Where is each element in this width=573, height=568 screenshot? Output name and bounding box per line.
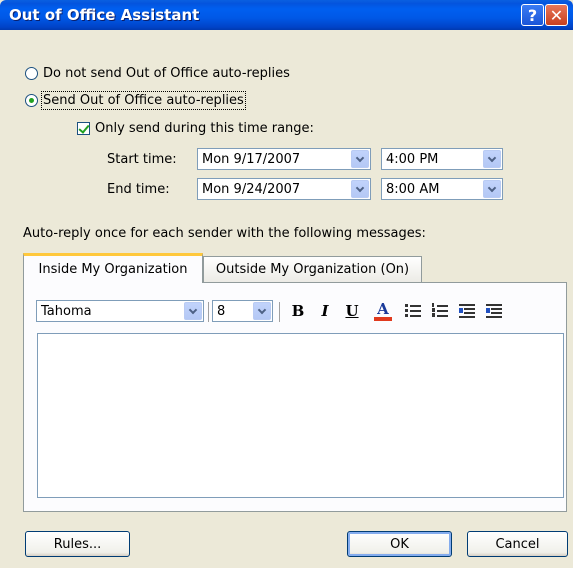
help-icon: ? — [527, 5, 538, 25]
font-name-value: Tahoma — [41, 303, 92, 319]
chevron-down-icon — [487, 153, 497, 162]
font-name-combo[interactable]: Tahoma — [36, 300, 204, 322]
close-button[interactable]: ✕ — [545, 4, 568, 26]
numbering-button[interactable] — [432, 303, 448, 319]
tab-outside-organization[interactable]: Outside My Organization (On) — [203, 256, 422, 282]
message-body-input[interactable] — [37, 333, 564, 498]
out-of-office-dialog: Out of Office Assistant ? ✕ Do not send … — [0, 0, 573, 568]
rules-button-label: Rules... — [53, 536, 102, 552]
italic-icon: I — [321, 302, 329, 320]
messages-label: Auto-reply once for each sender with the… — [23, 226, 426, 241]
tab-outside-organization-label: Outside My Organization (On) — [215, 262, 410, 277]
radio-send-label: Send Out of Office auto-replies — [41, 91, 246, 110]
window-title: Out of Office Assistant — [9, 6, 200, 24]
font-color-button[interactable]: A — [372, 300, 394, 322]
start-time-value: 4:00 PM — [386, 151, 439, 167]
font-size-value: 8 — [217, 303, 226, 319]
start-date-dropdown-button[interactable] — [351, 150, 369, 168]
tab-inside-organization[interactable]: Inside My Organization — [23, 253, 203, 283]
end-date-value: Mon 9/24/2007 — [202, 181, 301, 197]
decrease-indent-button[interactable] — [459, 303, 475, 319]
start-time-dropdown-button[interactable] — [483, 150, 501, 168]
radio-checked-icon[interactable] — [25, 94, 38, 107]
chevron-down-icon — [188, 305, 198, 314]
radio-unchecked-icon[interactable] — [25, 67, 38, 80]
checkbox-time-range[interactable]: Only send during this time range: — [77, 121, 314, 136]
underline-button[interactable]: U — [342, 300, 362, 322]
end-time-combo[interactable]: 8:00 AM — [381, 178, 503, 200]
toolbar-separator — [279, 302, 280, 322]
start-time-combo[interactable]: 4:00 PM — [381, 148, 503, 170]
tab-inside-organization-label: Inside My Organization — [38, 262, 188, 277]
bold-icon: B — [291, 302, 305, 320]
close-icon: ✕ — [549, 5, 564, 25]
toolbar-separator — [208, 302, 209, 322]
checkbox-time-range-label: Only send during this time range: — [95, 121, 314, 136]
end-time-dropdown-button[interactable] — [483, 180, 501, 198]
end-date-dropdown-button[interactable] — [351, 180, 369, 198]
font-size-dropdown-button[interactable] — [253, 302, 271, 320]
rules-button[interactable]: Rules... — [25, 531, 130, 557]
end-time-value: 8:00 AM — [386, 181, 440, 197]
radio-send[interactable]: Send Out of Office auto-replies — [25, 91, 246, 110]
font-color-icon: A — [377, 300, 389, 318]
start-date-combo[interactable]: Mon 9/17/2007 — [197, 148, 371, 170]
end-time-label: End time: — [107, 182, 170, 197]
help-button[interactable]: ? — [521, 4, 544, 26]
ok-button[interactable]: OK — [347, 531, 452, 557]
chevron-down-icon — [355, 183, 365, 192]
formatting-toolbar: Tahoma 8 B I U A — [36, 300, 546, 324]
italic-button[interactable]: I — [315, 300, 335, 322]
bold-button[interactable]: B — [288, 300, 308, 322]
font-name-dropdown-button[interactable] — [184, 302, 202, 320]
bullets-button[interactable] — [405, 303, 421, 319]
title-bar[interactable]: Out of Office Assistant ? ✕ — [0, 0, 573, 30]
font-color-bar — [374, 317, 392, 321]
start-time-label: Start time: — [107, 152, 177, 167]
start-date-value: Mon 9/17/2007 — [202, 151, 301, 167]
font-size-combo[interactable]: 8 — [212, 300, 273, 322]
cancel-button[interactable]: Cancel — [467, 531, 568, 557]
cancel-button-label: Cancel — [495, 536, 540, 552]
checkbox-checked-icon[interactable] — [77, 122, 90, 135]
radio-do-not-send-label: Do not send Out of Office auto-replies — [43, 66, 290, 81]
increase-indent-button[interactable] — [486, 303, 502, 319]
chevron-down-icon — [487, 183, 497, 192]
underline-icon: U — [345, 302, 359, 320]
chevron-down-icon — [355, 153, 365, 162]
chevron-down-icon — [257, 305, 267, 314]
end-date-combo[interactable]: Mon 9/24/2007 — [197, 178, 371, 200]
radio-do-not-send[interactable]: Do not send Out of Office auto-replies — [25, 66, 290, 81]
ok-button-label: OK — [390, 536, 409, 552]
